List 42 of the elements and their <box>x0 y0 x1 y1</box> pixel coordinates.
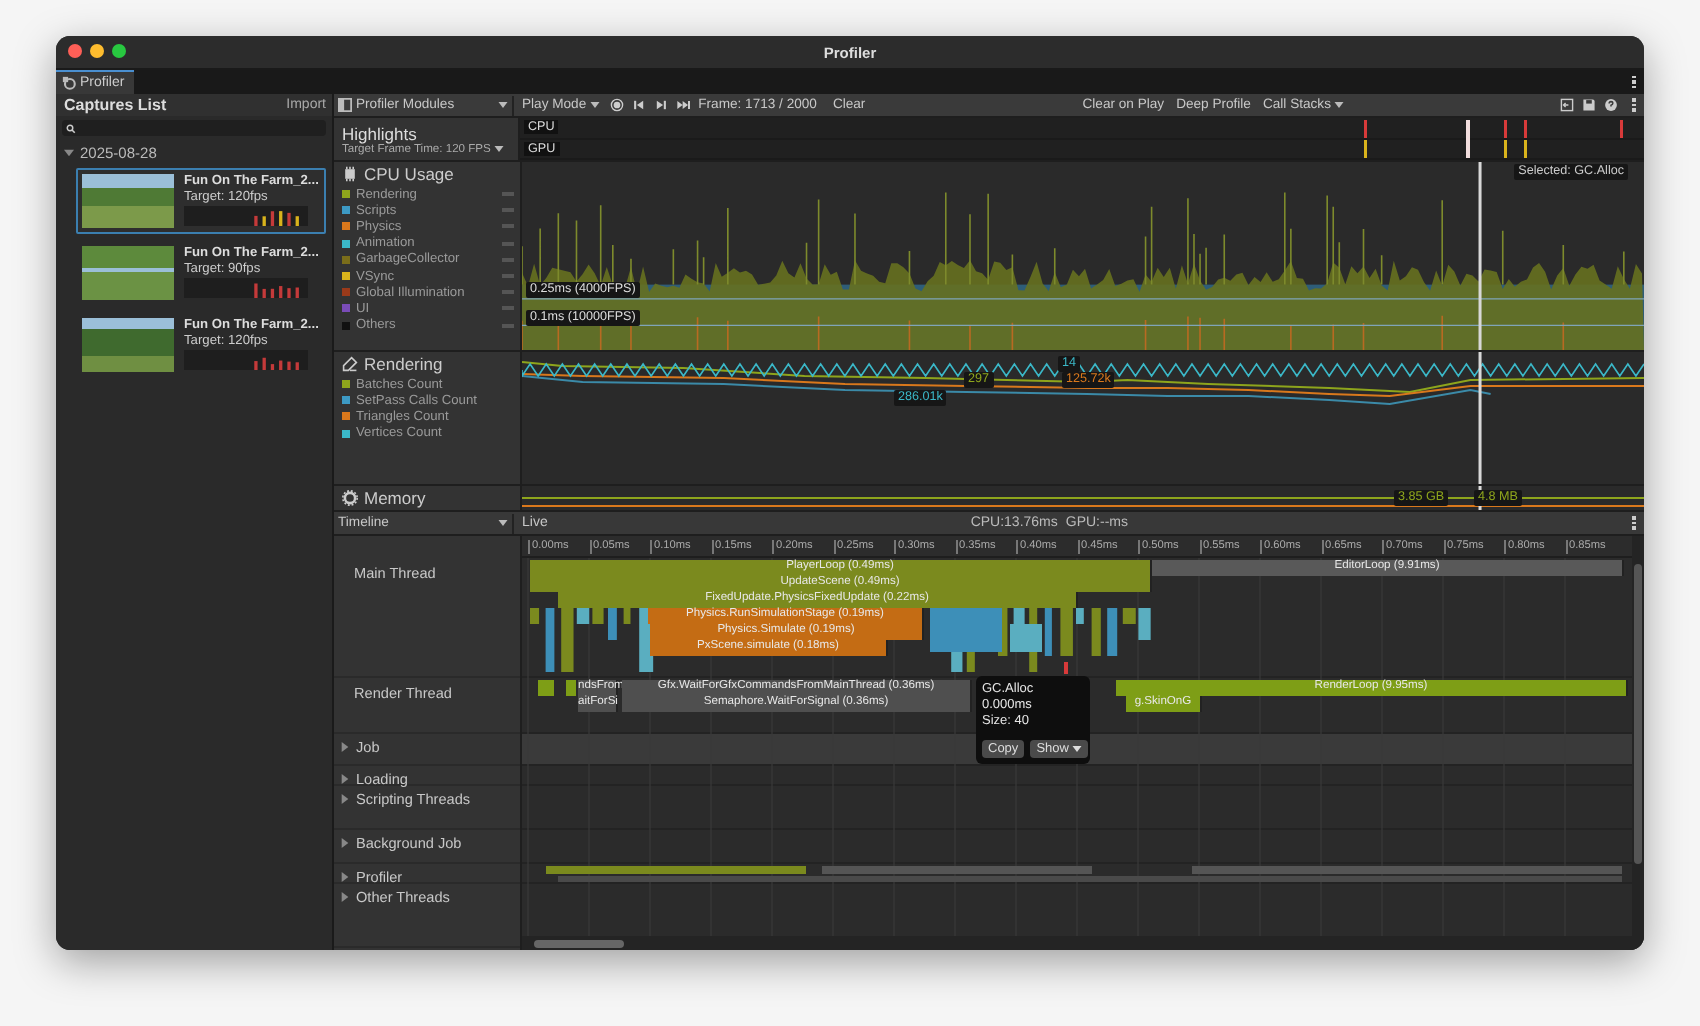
module-title[interactable]: Rendering <box>364 354 443 374</box>
close-button[interactable] <box>68 44 82 58</box>
first-frame-button[interactable] <box>630 95 649 115</box>
help-icon[interactable] <box>1602 95 1621 115</box>
expand-arrow-icon[interactable] <box>340 892 350 902</box>
caret-icon <box>498 520 508 526</box>
brush-icon <box>342 356 358 372</box>
caret-icon <box>498 102 508 108</box>
caret-icon <box>1072 746 1083 753</box>
thumbnail-placeholder <box>82 174 174 228</box>
caret-icon <box>494 146 505 152</box>
search-field[interactable] <box>62 120 326 136</box>
expand-arrow-icon[interactable] <box>340 742 350 752</box>
record-button[interactable] <box>608 95 627 115</box>
module-title[interactable]: CPU Usage <box>364 164 454 184</box>
thumbnail-placeholder <box>82 318 174 372</box>
frame-times-icon <box>184 350 308 370</box>
search-icon <box>66 123 76 133</box>
highlights-title: Highlights <box>342 123 417 143</box>
thumbnail-placeholder <box>82 246 174 300</box>
panel-icon <box>338 98 352 112</box>
horizontal-scrollbar[interactable] <box>522 936 1632 950</box>
caret-icon <box>1334 102 1345 108</box>
chip-icon <box>342 166 358 182</box>
expand-arrow-icon[interactable] <box>340 774 350 784</box>
captures-list-title: Captures List <box>64 96 167 114</box>
expand-arrow-icon[interactable] <box>340 872 350 882</box>
zoom-button[interactable] <box>112 44 126 58</box>
caret-icon <box>590 102 601 108</box>
next-frame-button[interactable] <box>652 95 671 115</box>
frame-times-icon <box>184 278 308 298</box>
frame-times-icon <box>184 206 308 226</box>
gear-icon <box>342 490 358 506</box>
expand-arrow-icon[interactable] <box>340 838 350 848</box>
load-icon[interactable] <box>1558 95 1577 115</box>
save-icon[interactable] <box>1580 95 1599 115</box>
minimize-button[interactable] <box>90 44 104 58</box>
last-frame-button[interactable] <box>674 95 695 115</box>
profiler-icon <box>62 76 76 90</box>
expand-arrow-icon[interactable] <box>340 794 350 804</box>
expand-arrow-icon[interactable] <box>64 148 74 158</box>
vertical-scrollbar[interactable] <box>1632 536 1644 950</box>
